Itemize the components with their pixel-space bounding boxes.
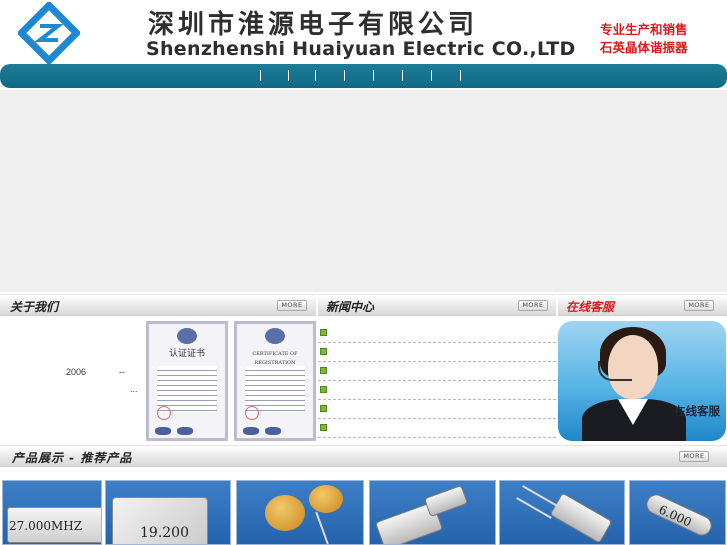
certificate-image-1[interactable]: 认证证书 [146, 321, 228, 453]
product-item[interactable]: 19.200 [105, 480, 231, 545]
main-nav-bar [0, 64, 727, 88]
emblem-icon [265, 328, 285, 344]
certificate-title: 认证证书 [168, 349, 205, 359]
service-section-header: 在线客服 MORE [558, 294, 727, 316]
product-item[interactable]: 27.000MHZ [2, 480, 102, 545]
site-header: 深圳市淮源电子有限公司 Shenzhenshi Huaiyuan Electri… [0, 0, 727, 64]
service-more-button[interactable]: MORE [684, 300, 714, 311]
nav-separator [315, 70, 316, 81]
news-title: 新闻中心 [326, 300, 375, 314]
about-year: 2006 [66, 367, 87, 377]
bullet-icon [320, 348, 327, 355]
news-more-button[interactable]: MORE [518, 300, 548, 311]
product-marking: 19.200 [140, 525, 189, 541]
bullet-icon [320, 405, 327, 412]
company-logo[interactable] [18, 2, 80, 64]
products-title: 产品展示 - 推荐产品 [12, 451, 133, 465]
certificate-image-2[interactable]: CERTIFICATE OF REGISTRATION [234, 321, 316, 453]
nav-separator [460, 70, 461, 81]
about-ellipsis: ... [130, 384, 138, 394]
company-name-en: Shenzhenshi Huaiyuan Electric CO.,LTD [146, 38, 576, 60]
bullet-icon [320, 367, 327, 374]
dip-crystal-image [549, 492, 613, 544]
product-item[interactable]: 6.000 [629, 480, 726, 545]
product-item[interactable] [236, 480, 364, 545]
bullet-icon [320, 424, 327, 431]
about-title: 关于我们 [10, 300, 59, 314]
news-list-item[interactable] [318, 381, 556, 400]
banner-area [0, 90, 727, 292]
nav-separator [373, 70, 374, 81]
news-list-item[interactable] [318, 362, 556, 381]
product-marking: 27.000MHZ [9, 519, 83, 533]
nav-separator [344, 70, 345, 81]
slogan-line-2: 石英晶体谐振器 [600, 40, 688, 55]
bullet-icon [320, 329, 327, 336]
service-photo-label: 在线客服 [674, 404, 720, 418]
about-more-button[interactable]: MORE [277, 300, 307, 311]
ceramic-resonator-image [265, 495, 305, 531]
nav-separator [431, 70, 432, 81]
slogan-line-1: 专业生产和销售 [600, 22, 688, 37]
news-list-item[interactable] [318, 343, 556, 362]
about-dash: -- [119, 367, 125, 377]
products-more-button[interactable]: MORE [679, 451, 709, 462]
service-title: 在线客服 [566, 300, 615, 314]
stamp-icon [157, 406, 171, 420]
nav-separator [260, 70, 261, 81]
about-section-header: 关于我们 MORE [0, 294, 316, 316]
news-list-item[interactable] [318, 324, 556, 343]
emblem-icon [177, 328, 197, 344]
nav-separator [402, 70, 403, 81]
nav-separator [288, 70, 289, 81]
bullet-icon [320, 386, 327, 393]
company-name-cn: 深圳市淮源电子有限公司 [148, 10, 479, 40]
news-section-header: 新闻中心 MORE [318, 294, 556, 316]
online-service-photo[interactable]: 在线客服 [558, 321, 726, 441]
product-item[interactable] [369, 480, 496, 545]
products-section-header: 产品展示 - 推荐产品 MORE [0, 445, 727, 467]
news-list-item[interactable] [318, 400, 556, 419]
headset-icon [598, 361, 632, 381]
product-item[interactable] [499, 480, 625, 545]
stamp-icon [245, 406, 259, 420]
news-list-item[interactable] [318, 419, 556, 438]
